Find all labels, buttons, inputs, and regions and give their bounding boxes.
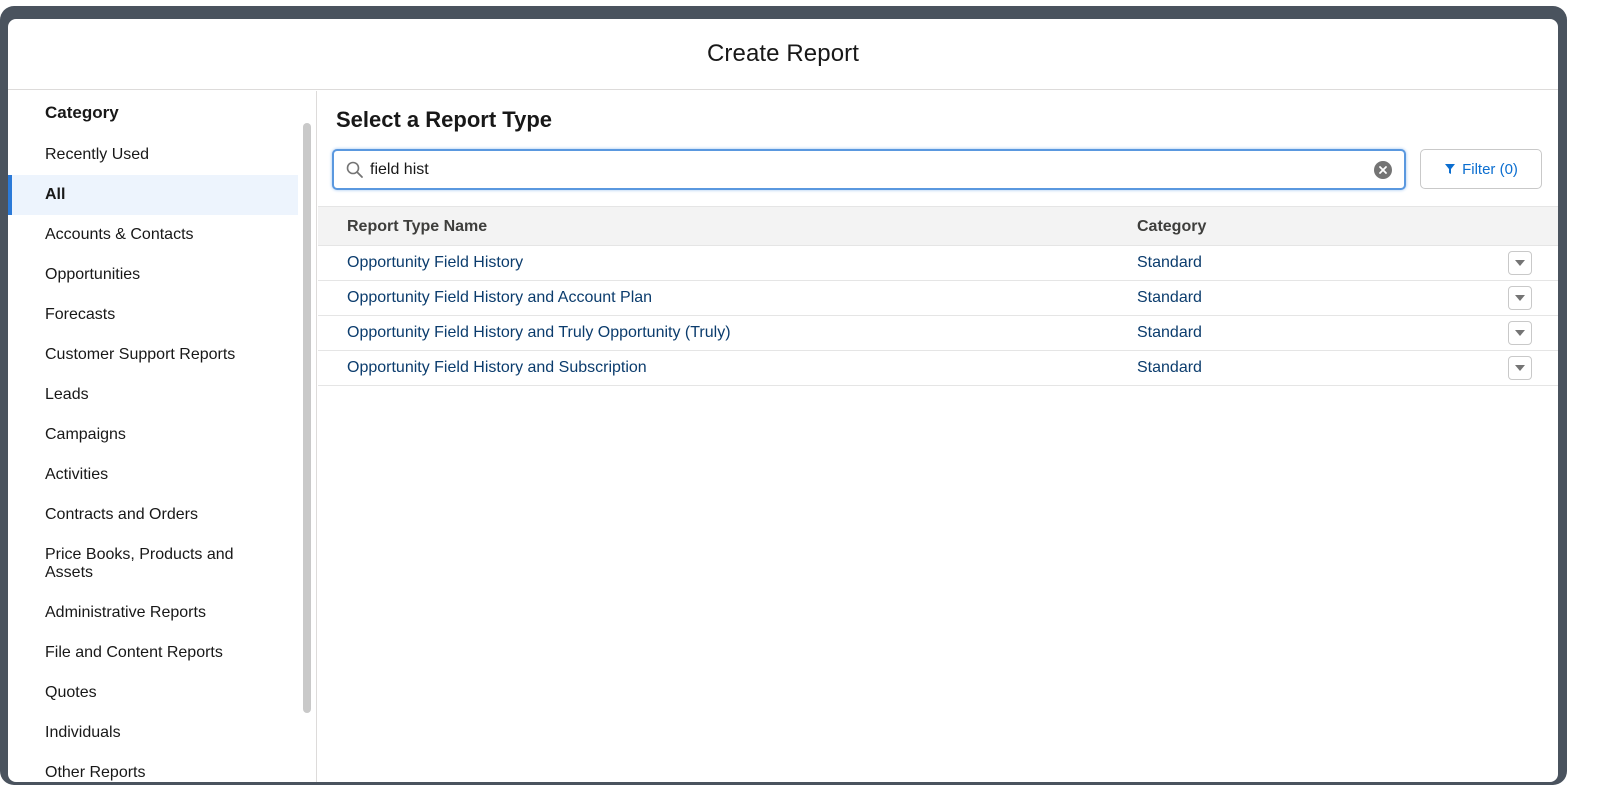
category-label: Customer Support Reports — [45, 346, 236, 363]
row-action-menu[interactable] — [1508, 251, 1532, 275]
chevron-down-icon — [1515, 259, 1525, 266]
filter-icon — [1445, 164, 1456, 174]
table-row[interactable]: Opportunity Field History and Account Pl… — [318, 281, 1558, 316]
category-label: All — [45, 186, 66, 203]
category-label: Contracts and Orders — [45, 506, 198, 523]
category-item-other-reports[interactable]: Other Reports — [8, 753, 298, 782]
sidebar-scrollbar-thumb[interactable] — [303, 123, 311, 713]
category-label: Quotes — [45, 684, 97, 701]
category-item-accounts-contacts[interactable]: Accounts & Contacts — [8, 215, 298, 255]
category-item-individuals[interactable]: Individuals — [8, 713, 298, 753]
category-item-opportunities[interactable]: Opportunities — [8, 255, 298, 295]
category-label: Recently Used — [45, 146, 150, 163]
category-item-leads[interactable]: Leads — [8, 375, 298, 415]
search-box[interactable] — [332, 149, 1406, 190]
modal-header: Create Report — [8, 19, 1558, 90]
window-frame: Create Report Category Recently Used All… — [0, 6, 1567, 785]
table-row[interactable]: Opportunity Field History and Subscripti… — [318, 351, 1558, 386]
category-label: Price Books, Products and Assets — [45, 546, 234, 581]
category-item-contracts-orders[interactable]: Contracts and Orders — [8, 495, 298, 535]
category-item-customer-support-reports[interactable]: Customer Support Reports — [8, 335, 298, 375]
chevron-down-icon — [1515, 294, 1525, 301]
table-row[interactable]: Opportunity Field History and Truly Oppo… — [318, 316, 1558, 351]
category-item-campaigns[interactable]: Campaigns — [8, 415, 298, 455]
report-type-panel: Select a Report Type Filt — [318, 91, 1558, 782]
row-action-menu[interactable] — [1508, 356, 1532, 380]
filter-button[interactable]: Filter (0) — [1420, 149, 1542, 189]
search-icon — [346, 161, 363, 178]
table-row[interactable]: Opportunity Field History Standard — [318, 246, 1558, 281]
category-item-recently-used[interactable]: Recently Used — [8, 135, 298, 175]
clear-icon[interactable] — [1374, 161, 1392, 179]
category-label: Accounts & Contacts — [45, 226, 194, 243]
category-label: Administrative Reports — [45, 604, 206, 621]
category-item-forecasts[interactable]: Forecasts — [8, 295, 298, 335]
category-label: Leads — [45, 386, 89, 403]
category-label: File and Content Reports — [45, 644, 223, 661]
category-label: Activities — [45, 466, 109, 483]
category-sidebar: Category Recently Used All Accounts & Co… — [8, 91, 317, 782]
category-label: Other Reports — [45, 764, 146, 781]
sidebar-heading: Category — [45, 103, 119, 122]
category-label: Campaigns — [45, 426, 126, 443]
create-report-modal: Create Report Category Recently Used All… — [8, 19, 1558, 782]
row-action-menu[interactable] — [1508, 321, 1532, 345]
report-category: Standard — [1137, 289, 1202, 306]
category-label: Individuals — [45, 724, 121, 741]
category-label: Opportunities — [45, 266, 141, 283]
filter-label: Filter (0) — [1462, 160, 1518, 178]
search-input[interactable] — [370, 157, 1350, 183]
category-item-quotes[interactable]: Quotes — [8, 673, 298, 713]
chevron-down-icon — [1515, 364, 1525, 371]
report-category: Standard — [1137, 324, 1202, 341]
column-header-category[interactable]: Category — [1137, 218, 1206, 236]
category-item-price-books[interactable]: Price Books, Products and Assets — [8, 535, 298, 593]
panel-heading: Select a Report Type — [336, 107, 552, 132]
category-list: Recently Used All Accounts & Contacts Op… — [8, 135, 298, 782]
column-header-name[interactable]: Report Type Name — [347, 218, 487, 236]
sidebar-scrollbar[interactable] — [303, 123, 311, 713]
close-icon — [1379, 166, 1387, 174]
report-type-link[interactable]: Opportunity Field History and Account Pl… — [347, 289, 652, 307]
category-item-file-content-reports[interactable]: File and Content Reports — [8, 633, 298, 673]
report-type-link[interactable]: Opportunity Field History and Truly Oppo… — [347, 324, 731, 342]
modal-title: Create Report — [706, 40, 860, 67]
report-type-link[interactable]: Opportunity Field History — [347, 254, 523, 272]
category-item-administrative-reports[interactable]: Administrative Reports — [8, 593, 298, 633]
chevron-down-icon — [1515, 329, 1525, 336]
report-type-table: Report Type Name Category Opportunity Fi… — [318, 206, 1558, 386]
report-category: Standard — [1137, 359, 1202, 376]
category-item-all[interactable]: All — [8, 175, 298, 215]
table-header: Report Type Name Category — [318, 206, 1558, 246]
row-action-menu[interactable] — [1508, 286, 1532, 310]
report-category: Standard — [1137, 254, 1202, 271]
category-label: Forecasts — [45, 306, 116, 323]
report-type-link[interactable]: Opportunity Field History and Subscripti… — [347, 359, 647, 377]
category-item-activities[interactable]: Activities — [8, 455, 298, 495]
